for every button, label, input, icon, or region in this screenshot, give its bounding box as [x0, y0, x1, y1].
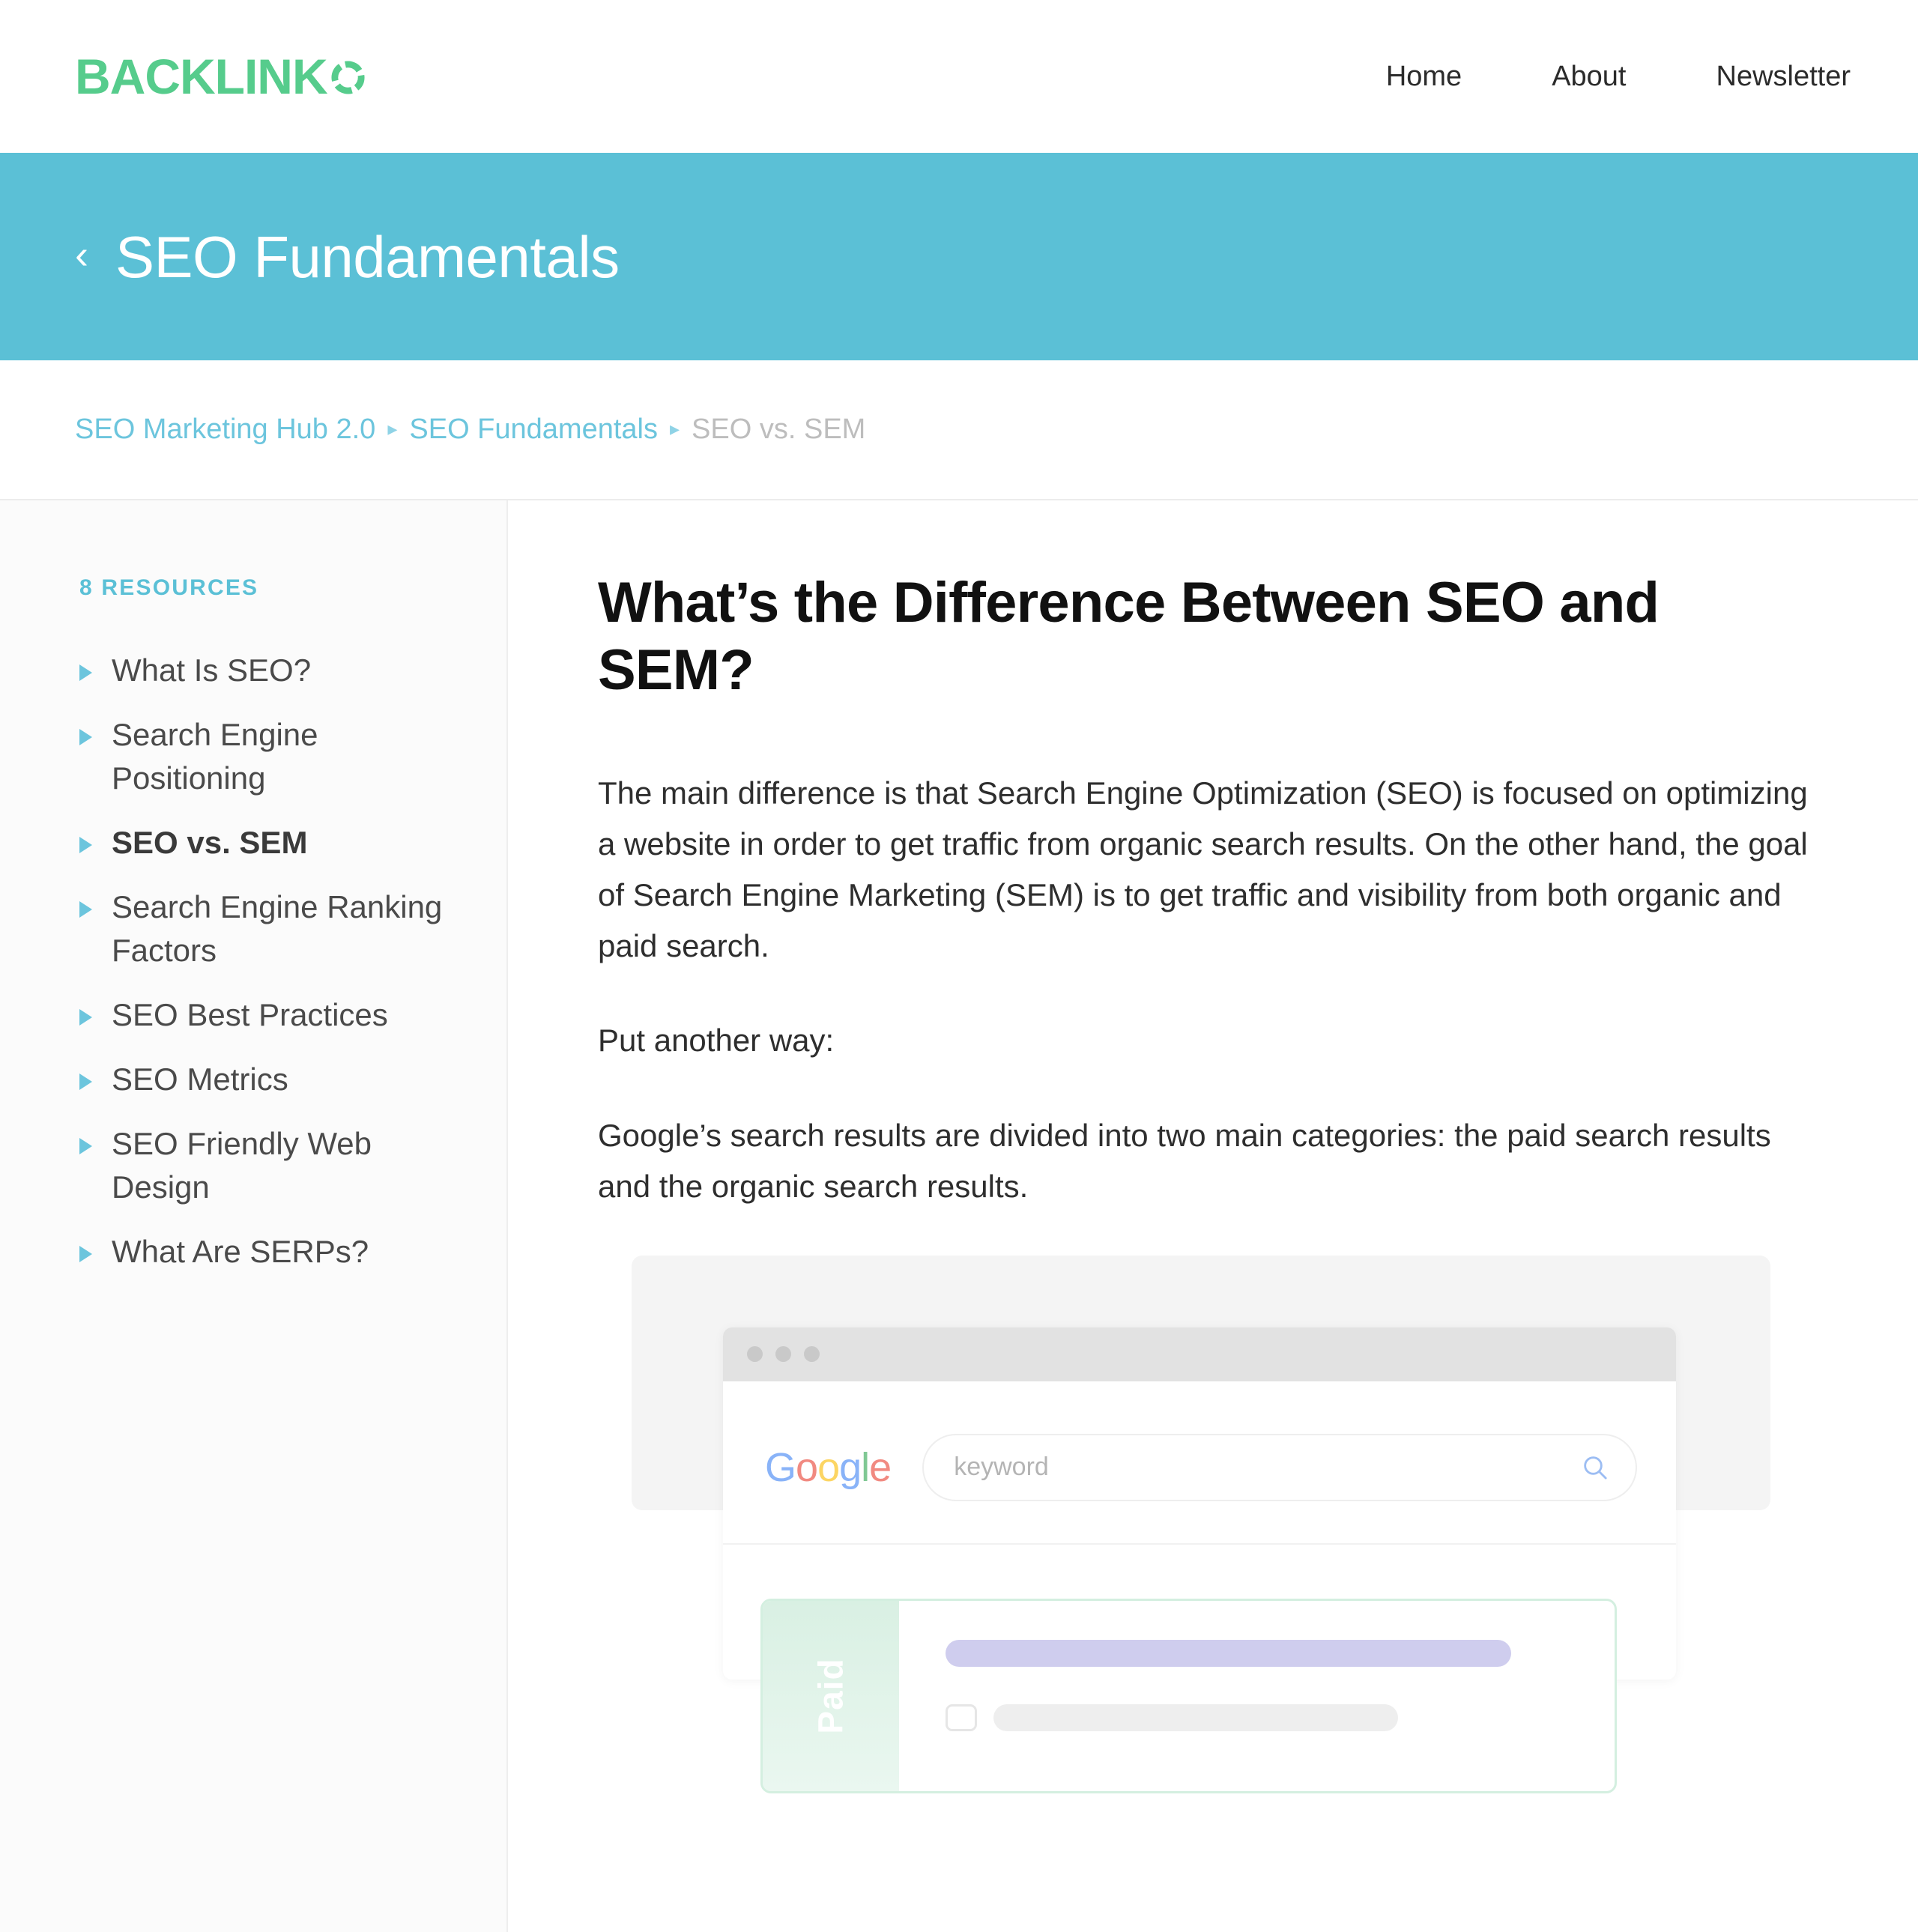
ad-url-bar: [993, 1704, 1398, 1731]
article-paragraph: Google’s search results are divided into…: [598, 1117, 1771, 1204]
sidebar-item-label: SEO Best Practices: [112, 996, 388, 1032]
sidebar-item-label: What Are SERPs?: [112, 1233, 369, 1269]
breadcrumb-item-fundamentals[interactable]: SEO Fundamentals: [409, 414, 658, 446]
triangle-bullet-icon: [79, 900, 92, 918]
nav-link-newsletter[interactable]: Newsletter: [1672, 62, 1851, 91]
google-logo-letter: o: [796, 1444, 818, 1490]
ring-icon: [331, 61, 365, 94]
triangle-bullet-icon: [79, 728, 92, 745]
sidebar-item-seo-friendly-web-design[interactable]: SEO Friendly Web Design: [79, 1122, 454, 1209]
window-dot-icon: [775, 1346, 791, 1363]
breadcrumb-item-hub[interactable]: SEO Marketing Hub 2.0: [75, 414, 375, 446]
site-logo[interactable]: BACKLINK: [75, 52, 366, 101]
sidebar-item-what-is-seo[interactable]: What Is SEO?: [79, 649, 454, 692]
ad-title-bar: [946, 1639, 1511, 1667]
serp-search-row: Google keyword: [723, 1433, 1676, 1501]
window-dot-icon: [747, 1346, 763, 1363]
ad-badge-icon: [946, 1704, 977, 1731]
sidebar-item-label: What Is SEO?: [112, 652, 312, 688]
nav-link-home[interactable]: Home: [1341, 62, 1507, 91]
sidebar-item-seo-vs-sem[interactable]: SEO vs. SEM: [79, 821, 454, 864]
breadcrumb-separator-icon: ▸: [387, 417, 398, 440]
page-title: What’s the Difference Between SEO and SE…: [598, 571, 1660, 702]
paid-label: Paid: [811, 1657, 850, 1734]
triangle-bullet-icon: [79, 836, 92, 853]
paid-label-tab: Paid: [763, 1600, 899, 1791]
article-paragraph: The main difference is that Search Engin…: [598, 775, 1808, 964]
search-input-placeholder: keyword: [954, 1453, 1049, 1482]
sidebar-item-search-engine-ranking-factors[interactable]: Search Engine Ranking Factors: [79, 885, 454, 972]
serp-divider: [723, 1542, 1676, 1545]
sidebar-item-label: SEO Metrics: [112, 1061, 288, 1097]
google-logo-letter: l: [861, 1444, 870, 1490]
triangle-bullet-icon: [79, 1245, 92, 1262]
google-logo-letter: e: [869, 1444, 892, 1490]
back-chevron-icon[interactable]: ‹: [75, 234, 88, 275]
serp-illustration: Google keyword Paid: [632, 1255, 1800, 1793]
triangle-bullet-icon: [79, 1008, 92, 1026]
site-header: BACKLINK Home About Newsletter: [0, 0, 1918, 153]
article-paragraph: Put another way:: [598, 1023, 835, 1059]
google-logo: Google: [765, 1444, 892, 1490]
nav-link-about[interactable]: About: [1507, 62, 1671, 91]
hero-title: SEO Fundamentals: [115, 223, 620, 290]
breadcrumb-item-current: SEO vs. SEM: [692, 414, 866, 445]
triangle-bullet-icon: [79, 1137, 92, 1154]
magnifier-icon[interactable]: [1580, 1453, 1610, 1483]
google-logo-letter: o: [817, 1444, 840, 1490]
page-root: BACKLINK Home About Newsletter ‹ SEO Fun…: [0, 0, 1918, 1932]
breadcrumb: SEO Marketing Hub 2.0 ▸ SEO Fundamentals…: [0, 360, 1918, 500]
search-input[interactable]: keyword: [922, 1433, 1637, 1501]
article-content: What’s the Difference Between SEO and SE…: [508, 500, 1918, 1932]
resource-list: What Is SEO? Search Engine Positioning S…: [79, 649, 454, 1273]
ad-url-row: [946, 1704, 1570, 1731]
sidebar-item-label: Search Engine Ranking Factors: [112, 888, 443, 968]
sidebar-item-label: SEO vs. SEM: [112, 824, 308, 860]
sidebar-item-what-are-serps[interactable]: What Are SERPs?: [79, 1230, 454, 1274]
sidebar-item-seo-best-practices[interactable]: SEO Best Practices: [79, 993, 454, 1037]
sidebar-item-label: Search Engine Positioning: [112, 716, 318, 796]
breadcrumb-separator-icon: ▸: [669, 417, 680, 440]
sidebar-item-label: SEO Friendly Web Design: [112, 1125, 372, 1205]
triangle-bullet-icon: [79, 1073, 92, 1090]
google-logo-letter: G: [765, 1444, 796, 1490]
main-navigation: Home About Newsletter: [1341, 62, 1851, 91]
paid-results-block: Paid: [760, 1598, 1617, 1793]
window-dot-icon: [804, 1346, 820, 1363]
google-logo-letter: g: [839, 1444, 862, 1490]
triangle-bullet-icon: [79, 664, 92, 681]
logo-wordmark: BACKLINK: [75, 49, 328, 104]
paid-result-placeholder: [899, 1601, 1615, 1791]
browser-titlebar: [723, 1327, 1676, 1381]
content-area: 8 RESOURCES What Is SEO? Search Engine P…: [0, 500, 1918, 1932]
hero-banner: ‹ SEO Fundamentals: [0, 153, 1918, 360]
sidebar-item-search-engine-positioning[interactable]: Search Engine Positioning: [79, 713, 454, 800]
sidebar-heading: 8 RESOURCES: [79, 575, 259, 600]
sidebar-item-seo-metrics[interactable]: SEO Metrics: [79, 1058, 454, 1101]
resources-sidebar: 8 RESOURCES What Is SEO? Search Engine P…: [0, 500, 508, 1932]
